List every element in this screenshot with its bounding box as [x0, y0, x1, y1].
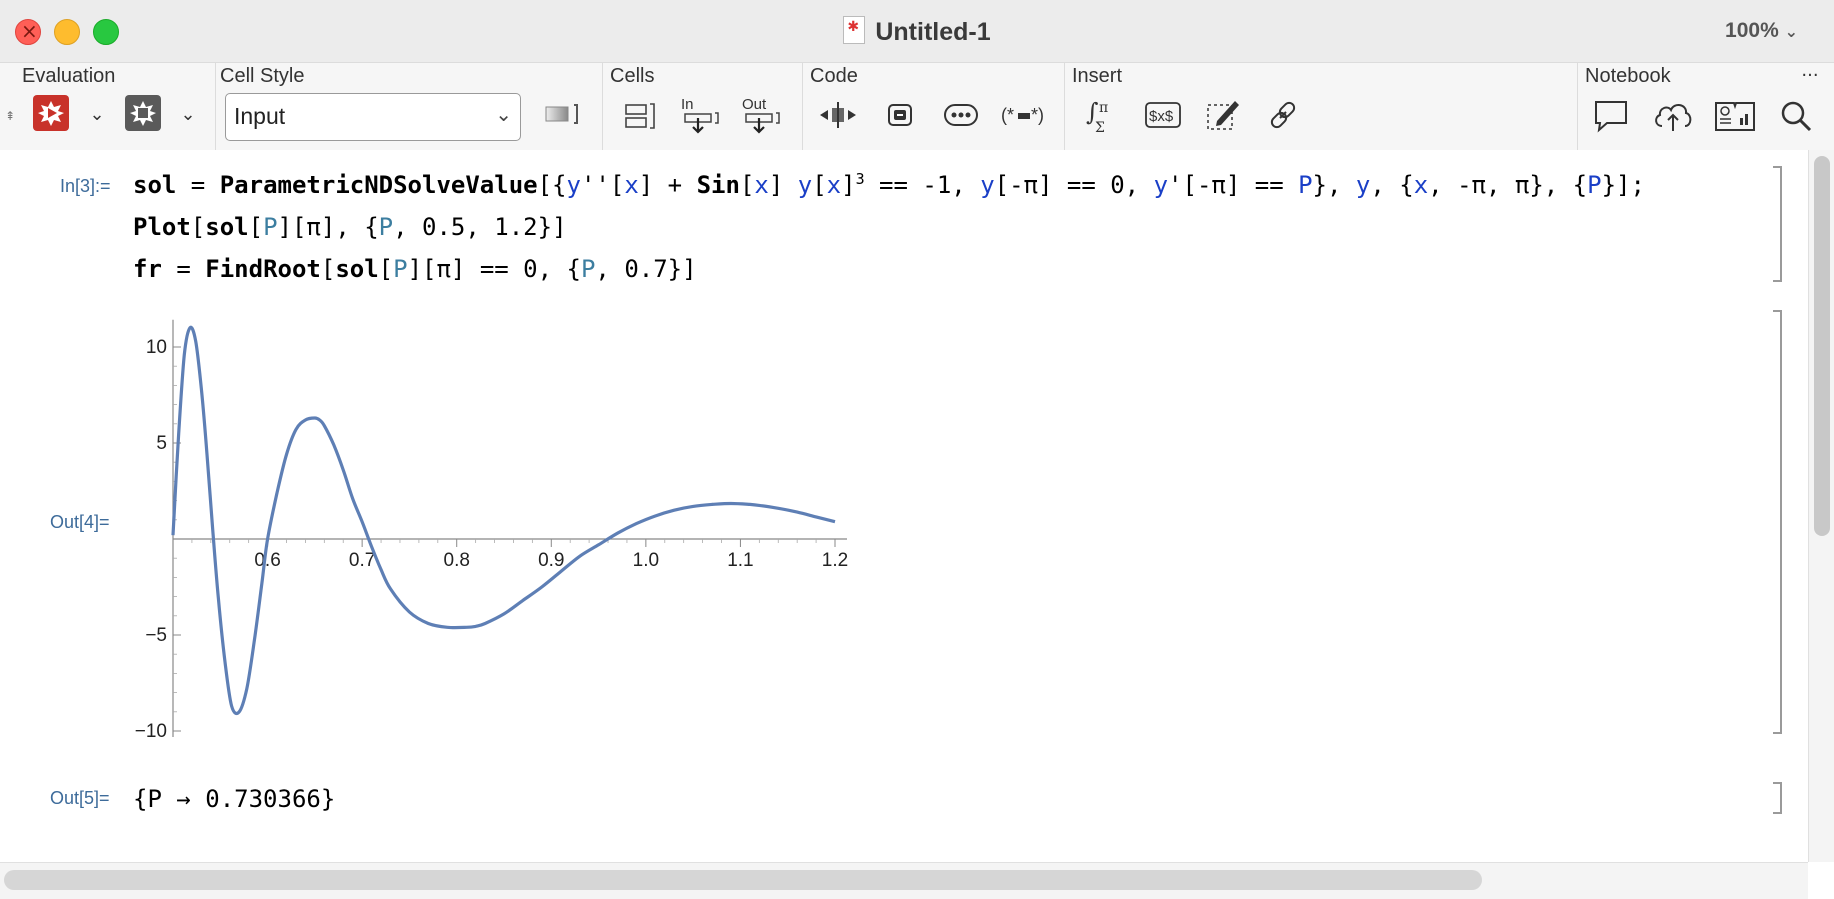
- cells-section: Cells In Out: [602, 63, 803, 151]
- drawing-button[interactable]: [1204, 97, 1242, 133]
- hyperlink-button[interactable]: [1266, 99, 1300, 131]
- evaluate-menu-chevron-icon[interactable]: ⌄: [86, 99, 108, 129]
- horizontal-scrollbar[interactable]: [0, 862, 1808, 899]
- svg-text:(*: (*: [1001, 105, 1014, 125]
- cells-label: Cells: [610, 65, 655, 87]
- y-tick-label: −5: [145, 625, 167, 646]
- insert-in-label: In: [681, 95, 694, 113]
- cell-style-label: Cell Style: [220, 65, 305, 87]
- zoom-menu[interactable]: 100% ⌄: [1725, 19, 1798, 43]
- drawing-icon: [1207, 101, 1239, 130]
- code-block-button[interactable]: [882, 99, 918, 131]
- ellipsis-icon: [944, 104, 978, 126]
- title-bar: Untitled-1 100% ⌄: [0, 0, 1834, 62]
- cloud-upload-icon: [1655, 104, 1692, 131]
- x-tick-label: 0.7: [349, 550, 375, 571]
- comment-code-icon: (* *): [1001, 105, 1044, 125]
- svg-text:$x$: $x$: [1149, 108, 1174, 125]
- tex-button[interactable]: $x$: [1143, 99, 1183, 131]
- x-tick-label: 0.9: [538, 550, 564, 571]
- x-tick-label: 0.6: [254, 550, 280, 571]
- notebook-publish-button[interactable]: [1714, 97, 1756, 135]
- abort-button[interactable]: [125, 95, 161, 131]
- x-tick-label: 0.8: [444, 550, 470, 571]
- insert-out-icon: [745, 111, 780, 134]
- code-expand-button[interactable]: [818, 99, 858, 131]
- notebook-label: Notebook: [1585, 65, 1671, 87]
- insert-in-button[interactable]: In: [681, 93, 721, 137]
- cell-style-value: Input: [234, 103, 286, 129]
- cell-style-select[interactable]: Input ⌄: [225, 93, 521, 141]
- window-title-area: Untitled-1: [0, 16, 1834, 47]
- code-section: Code (* *): [802, 63, 1065, 151]
- ellipsis-button[interactable]: [942, 99, 980, 131]
- insert-section: Insert ∫ π Σ $x$: [1064, 63, 1578, 151]
- chevron-down-icon: ⌄: [495, 104, 512, 126]
- horizontal-scroll-thumb[interactable]: [4, 870, 1482, 890]
- code-line-1[interactable]: sol = ParametricNDSolveValue[{y''[x] + S…: [133, 170, 1645, 199]
- code-line-3[interactable]: fr = FindRoot[sol[P][π] == 0, {P, 0.7}]: [133, 255, 697, 283]
- more-options-icon[interactable]: ···: [1795, 63, 1825, 87]
- notebook-toolbar: Evaluation ⇞ ⌄ ⌄ Cell Style Input ⌄ Cells…: [0, 62, 1834, 152]
- search-icon: [1781, 101, 1812, 132]
- code-expand-icon: [820, 102, 856, 128]
- evaluation-label: Evaluation: [22, 65, 116, 87]
- y-tick-label: 5: [156, 433, 167, 454]
- code-label: Code: [810, 65, 858, 87]
- cell-bracket-input[interactable]: [1773, 166, 1782, 282]
- vertical-scrollbar[interactable]: [1808, 150, 1834, 862]
- input-label-in3: In[3]:=: [60, 176, 111, 196]
- cell-bracket-result[interactable]: [1773, 782, 1782, 814]
- comment-icon: [1595, 101, 1627, 133]
- math-template-button[interactable]: ∫ π Σ: [1084, 97, 1120, 135]
- y-tick-label: −10: [135, 721, 167, 740]
- y-tick-label: 10: [146, 337, 167, 358]
- notebook-section: Notebook ···: [1577, 63, 1834, 151]
- plot-curve: [171, 325, 836, 716]
- cell-bracket-icon: [625, 103, 655, 129]
- insert-in-icon: [684, 111, 719, 134]
- svg-text:π: π: [1099, 100, 1108, 116]
- integral-sum-icon: ∫ πΣ: [1086, 98, 1108, 134]
- x-tick-label: 1.2: [822, 550, 848, 571]
- chevron-down-icon: ⌄: [1784, 22, 1798, 41]
- style-swatch-icon: [545, 104, 578, 124]
- zoom-value: 100%: [1725, 19, 1779, 42]
- tex-icon: $x$: [1145, 102, 1181, 128]
- notebook-content[interactable]: In[3]:= sol = ParametricNDSolveValue[{y'…: [0, 150, 1808, 862]
- svg-text:Σ: Σ: [1095, 120, 1105, 134]
- evaluate-icon: [38, 101, 64, 126]
- window-title: Untitled-1: [875, 18, 991, 46]
- document-icon: [843, 16, 866, 44]
- svg-text:*): *): [1031, 105, 1044, 125]
- abort-icon: [130, 101, 156, 126]
- cell-bracket-button[interactable]: [622, 99, 658, 133]
- notebook-icon: [1715, 102, 1755, 131]
- evaluation-section: Evaluation ⇞ ⌄ ⌄: [0, 63, 216, 151]
- plot-graphic[interactable]: 0.6 0.7 0.8 0.9 1.0 1.1 1.2 10 5 −5 −10: [120, 290, 880, 740]
- insert-label: Insert: [1072, 65, 1123, 87]
- findroot-result[interactable]: {P → 0.730366}: [133, 785, 335, 813]
- vertical-scroll-thumb[interactable]: [1814, 156, 1830, 536]
- cell-style-swatch-button[interactable]: [543, 99, 581, 129]
- code-line-2[interactable]: Plot[sol[P][π], {P, 0.5, 1.2}]: [133, 213, 567, 241]
- evaluate-button[interactable]: [33, 95, 69, 131]
- abort-menu-chevron-icon[interactable]: ⌄: [177, 99, 199, 129]
- collapse-toolbar-icon[interactable]: ⇞: [4, 101, 16, 131]
- comment-button[interactable]: [1592, 97, 1630, 135]
- hyperlink-icon: [1270, 101, 1296, 129]
- search-button[interactable]: [1777, 97, 1815, 135]
- insert-out-button[interactable]: Out: [742, 93, 782, 137]
- insert-out-label: Out: [742, 95, 767, 113]
- x-tick-label: 1.0: [633, 550, 659, 571]
- cloud-upload-button[interactable]: [1652, 97, 1694, 135]
- x-tick-label: 1.1: [727, 550, 753, 571]
- code-block-icon: [888, 104, 912, 126]
- output-label-out5: Out[5]=: [50, 788, 110, 808]
- comment-code-button[interactable]: (* *): [1000, 99, 1048, 131]
- output-label-out4: Out[4]=: [50, 512, 110, 532]
- cell-bracket-plot[interactable]: [1773, 310, 1782, 734]
